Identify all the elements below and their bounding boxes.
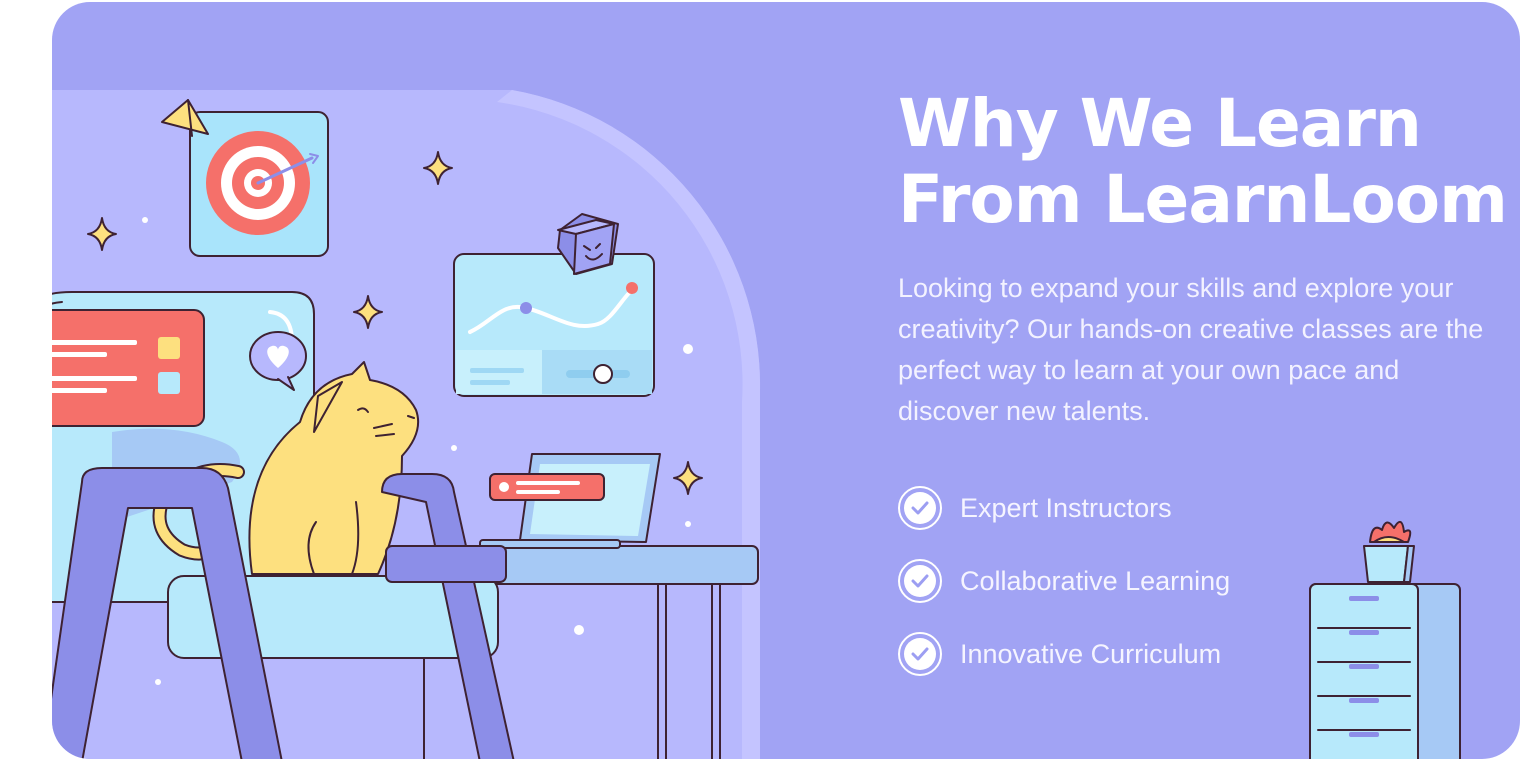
section-title: Why We Learn From LearnLoom — [898, 86, 1520, 238]
why-learn-card: Why We Learn From LearnLoom Looking to e… — [52, 2, 1520, 759]
note-card-icon — [52, 309, 205, 427]
title-line-2: From LearnLoom — [898, 161, 1508, 238]
title-line-1: Why We Learn — [898, 85, 1422, 162]
check-circle-icon — [898, 486, 942, 530]
feature-item-expert-instructors: Expert Instructors — [898, 484, 1520, 532]
section-description: Looking to expand your skills and explor… — [898, 273, 1484, 426]
chart-card-icon — [453, 253, 655, 397]
feature-label: Innovative Curriculum — [960, 638, 1222, 669]
why-learn-content: Why We Learn From LearnLoom Looking to e… — [898, 86, 1520, 703]
feature-label: Expert Instructors — [960, 492, 1172, 523]
notification-icon — [489, 473, 605, 501]
feature-label: Collaborative Learning — [960, 565, 1231, 596]
feature-list: Expert Instructors Collaborative Learnin… — [898, 484, 1520, 678]
check-circle-icon — [898, 632, 942, 676]
feature-item-innovative-curriculum: Innovative Curriculum — [898, 630, 1520, 678]
check-circle-icon — [898, 559, 942, 603]
feature-item-collaborative-learning: Collaborative Learning — [898, 557, 1520, 605]
target-icon — [189, 111, 329, 257]
